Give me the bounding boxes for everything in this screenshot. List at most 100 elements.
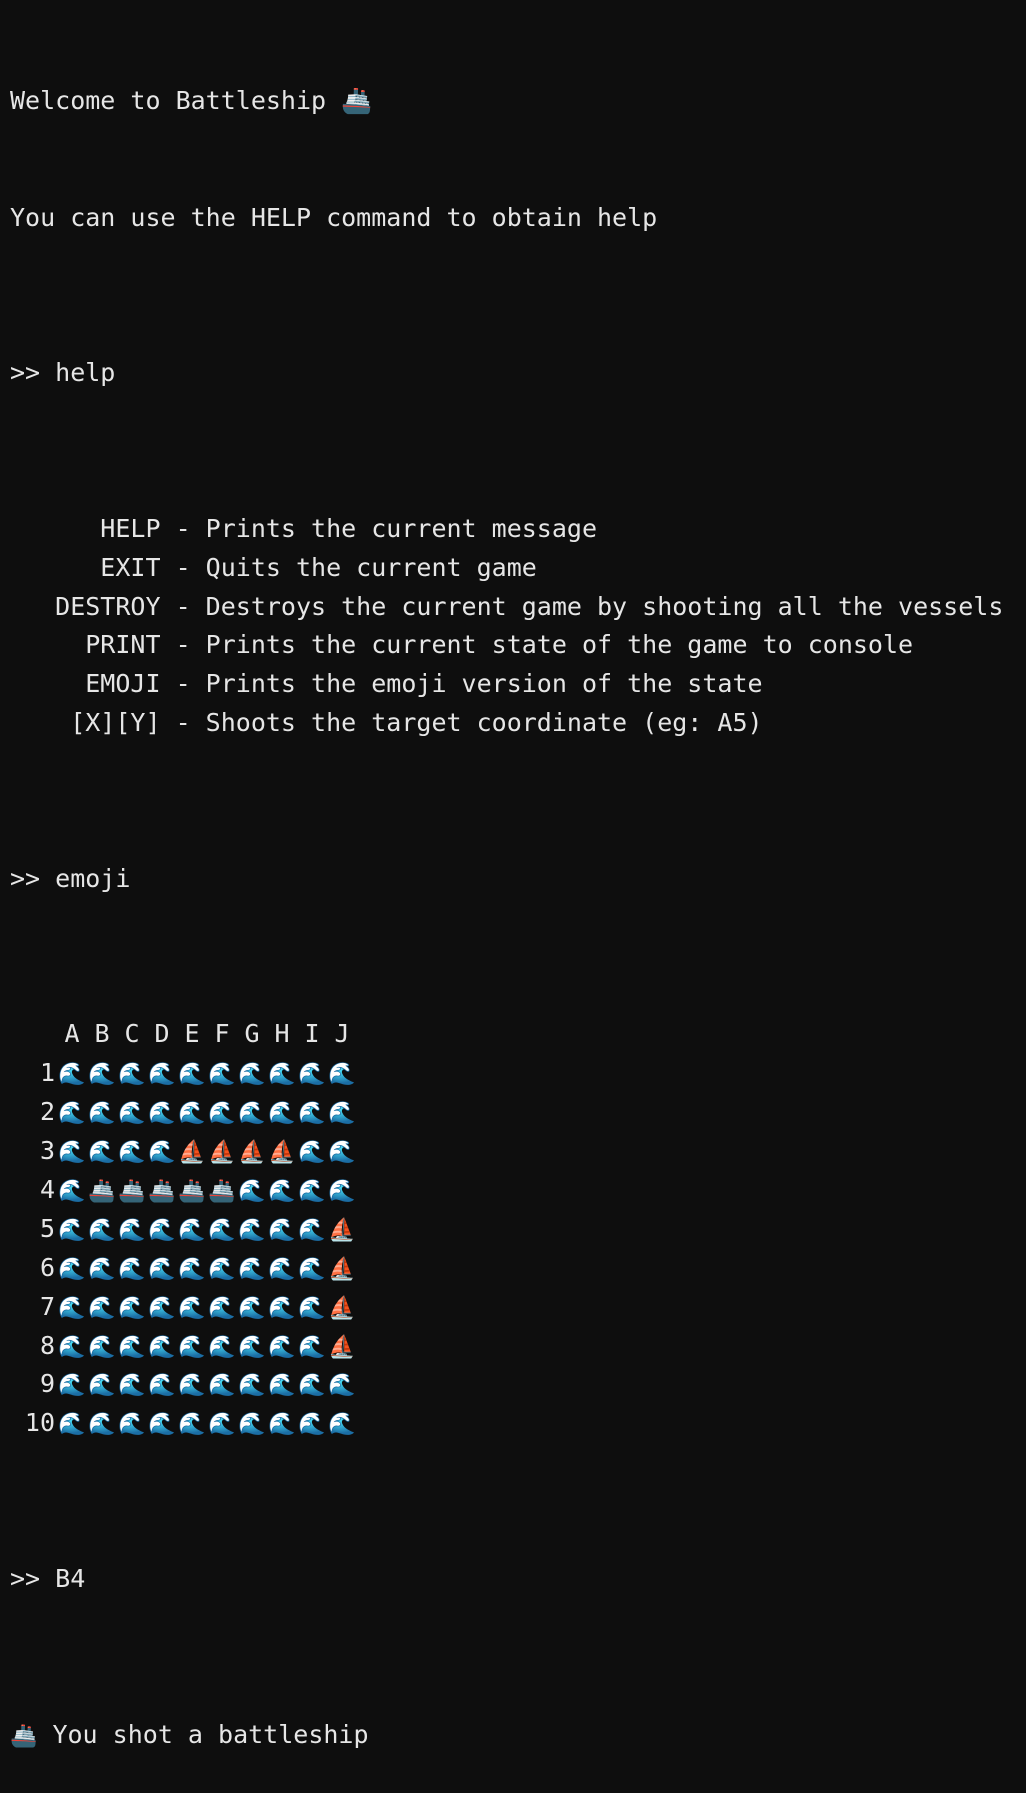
water-wave-icon: 🌊 xyxy=(118,1295,146,1321)
help-command-description: - Destroys the current game by shooting … xyxy=(160,591,1004,621)
help-command-description: - Shoots the target coordinate (eg: A5) xyxy=(160,708,763,738)
column-label: G xyxy=(244,1019,260,1049)
water-wave-icon: 🌊 xyxy=(298,1178,326,1204)
water-wave-icon: 🌊 xyxy=(328,1140,356,1166)
command-line: >> emoji xyxy=(10,860,1003,899)
water-wave-icon: 🌊 xyxy=(268,1412,296,1438)
water-wave-icon: 🌊 xyxy=(328,1101,356,1127)
help-command-line: EMOJI - Prints the emoji version of the … xyxy=(10,665,1003,704)
battleship-icon: 🚢 xyxy=(148,1178,176,1204)
battleship-icon: 🚢 xyxy=(208,1178,236,1204)
water-wave-icon: 🌊 xyxy=(238,1256,266,1282)
water-wave-icon: 🌊 xyxy=(238,1295,266,1321)
row-label: 9 xyxy=(39,1369,55,1399)
command-input: B4 xyxy=(55,1563,86,1593)
water-wave-icon: 🌊 xyxy=(58,1178,86,1204)
command-line: >> B4 xyxy=(10,1560,1003,1599)
prompt: >> xyxy=(10,1563,56,1593)
water-wave-icon: 🌊 xyxy=(298,1412,326,1438)
water-wave-icon: 🌊 xyxy=(118,1062,146,1088)
water-wave-icon: 🌊 xyxy=(298,1334,326,1360)
prompt: >> xyxy=(10,358,56,388)
water-wave-icon: 🌊 xyxy=(88,1256,116,1282)
water-wave-icon: 🌊 xyxy=(58,1412,86,1438)
board-row: 8 🌊 🌊 🌊 🌊 🌊 🌊 🌊 🌊 🌊 ⛵ xyxy=(10,1327,1003,1366)
board-row: 7 🌊 🌊 🌊 🌊 🌊 🌊 🌊 🌊 🌊 ⛵ xyxy=(10,1288,1003,1327)
water-wave-icon: 🌊 xyxy=(178,1062,206,1088)
column-label: I xyxy=(304,1019,320,1049)
help-command-name: EXIT xyxy=(10,552,161,582)
prompt: >> xyxy=(10,863,56,893)
help-command-line: EXIT - Quits the current game xyxy=(10,549,1003,588)
water-wave-icon: 🌊 xyxy=(88,1295,116,1321)
water-wave-icon: 🌊 xyxy=(148,1256,176,1282)
sailboat-icon: ⛵ xyxy=(208,1140,236,1166)
water-wave-icon: 🌊 xyxy=(208,1101,236,1127)
water-wave-icon: 🌊 xyxy=(208,1217,236,1243)
sailboat-icon: ⛵ xyxy=(328,1256,356,1282)
column-label: H xyxy=(274,1019,290,1049)
water-wave-icon: 🌊 xyxy=(178,1217,206,1243)
column-label: A xyxy=(64,1019,80,1049)
water-wave-icon: 🌊 xyxy=(148,1101,176,1127)
help-output: HELP - Prints the current message EXIT -… xyxy=(10,510,1003,743)
water-wave-icon: 🌊 xyxy=(88,1062,116,1088)
board-row: 6 🌊 🌊 🌊 🌊 🌊 🌊 🌊 🌊 🌊 ⛵ xyxy=(10,1249,1003,1288)
water-wave-icon: 🌊 xyxy=(118,1373,146,1399)
water-wave-icon: 🌊 xyxy=(58,1101,86,1127)
board-row: 3 🌊 🌊 🌊 🌊 ⛵ ⛵ ⛵ ⛵ 🌊 🌊 xyxy=(10,1132,1003,1171)
sailboat-icon: ⛵ xyxy=(238,1140,266,1166)
water-wave-icon: 🌊 xyxy=(118,1101,146,1127)
result-message: You shot a battleship xyxy=(37,1719,369,1749)
help-command-line: DESTROY - Destroys the current game by s… xyxy=(10,588,1003,627)
help-command-name: [X][Y] xyxy=(10,708,161,738)
water-wave-icon: 🌊 xyxy=(118,1217,146,1243)
water-wave-icon: 🌊 xyxy=(268,1178,296,1204)
board-row: 10 🌊 🌊 🌊 🌊 🌊 🌊 🌊 🌊 🌊 🌊 xyxy=(10,1404,1003,1443)
water-wave-icon: 🌊 xyxy=(178,1412,206,1438)
sailboat-icon: ⛵ xyxy=(328,1334,356,1360)
board-row: 9 🌊 🌊 🌊 🌊 🌊 🌊 🌊 🌊 🌊 🌊 xyxy=(10,1365,1003,1404)
row-label: 7 xyxy=(39,1291,55,1321)
water-wave-icon: 🌊 xyxy=(208,1062,236,1088)
water-wave-icon: 🌊 xyxy=(118,1140,146,1166)
water-wave-icon: 🌊 xyxy=(88,1334,116,1360)
water-wave-icon: 🌊 xyxy=(328,1178,356,1204)
column-label: E xyxy=(184,1019,200,1049)
water-wave-icon: 🌊 xyxy=(238,1178,266,1204)
help-command-line: HELP - Prints the current message xyxy=(10,510,1003,549)
water-wave-icon: 🌊 xyxy=(148,1295,176,1321)
water-wave-icon: 🌊 xyxy=(298,1295,326,1321)
water-wave-icon: 🌊 xyxy=(268,1062,296,1088)
sailboat-icon: ⛵ xyxy=(328,1295,356,1321)
water-wave-icon: 🌊 xyxy=(328,1062,356,1088)
water-wave-icon: 🌊 xyxy=(298,1062,326,1088)
water-wave-icon: 🌊 xyxy=(238,1334,266,1360)
water-wave-icon: 🌊 xyxy=(148,1217,176,1243)
water-wave-icon: 🌊 xyxy=(298,1256,326,1282)
result-line: 🚢 You shot a battleship xyxy=(10,1716,1003,1755)
water-wave-icon: 🌊 xyxy=(298,1101,326,1127)
water-wave-icon: 🌊 xyxy=(178,1295,206,1321)
water-wave-icon: 🌊 xyxy=(208,1412,236,1438)
column-label: F xyxy=(214,1019,230,1049)
battleship-icon: 🚢 xyxy=(88,1178,116,1204)
battleship-icon: 🚢 xyxy=(178,1178,206,1204)
water-wave-icon: 🌊 xyxy=(178,1373,206,1399)
water-wave-icon: 🌊 xyxy=(328,1412,356,1438)
board-row: 4 🌊 🚢 🚢 🚢 🚢 🚢 🌊 🌊 🌊 🌊 xyxy=(10,1171,1003,1210)
water-wave-icon: 🌊 xyxy=(268,1101,296,1127)
water-wave-icon: 🌊 xyxy=(58,1373,86,1399)
battleship-icon: 🚢 xyxy=(10,1723,38,1749)
water-wave-icon: 🌊 xyxy=(58,1062,86,1088)
water-wave-icon: 🌊 xyxy=(238,1412,266,1438)
sailboat-icon: ⛵ xyxy=(268,1140,296,1166)
water-wave-icon: 🌊 xyxy=(148,1412,176,1438)
water-wave-icon: 🌊 xyxy=(268,1295,296,1321)
terminal-window[interactable]: Welcome to Battleship 🚢 You can use the … xyxy=(10,4,1003,1793)
water-wave-icon: 🌊 xyxy=(178,1334,206,1360)
help-command-line: [X][Y] - Shoots the target coordinate (e… xyxy=(10,704,1003,743)
water-wave-icon: 🌊 xyxy=(268,1373,296,1399)
column-label: J xyxy=(334,1019,350,1049)
column-label: C xyxy=(124,1019,140,1049)
